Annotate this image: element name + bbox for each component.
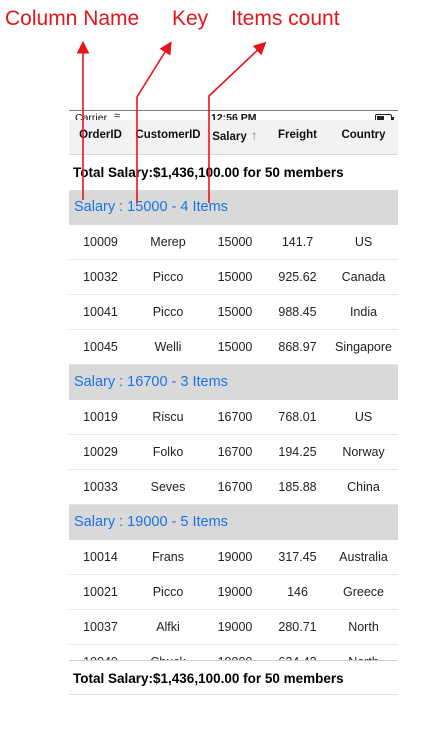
cell-customerid: Chuck — [132, 645, 204, 660]
cell-freight: 988.45 — [278, 305, 317, 319]
header-country[interactable]: Country — [329, 126, 398, 144]
cell-customerid: Merep — [150, 235, 186, 249]
cell-country: Norway — [342, 445, 385, 459]
cell-salary: 15000 — [217, 270, 253, 284]
cell-customerid: Folko — [152, 445, 184, 459]
table-summary-bottom: Total Salary:$1,436,100.00 for 50 member… — [69, 660, 398, 695]
group-caption[interactable]: Salary : 16700 - 3 Items — [69, 365, 398, 400]
cell-country: North — [348, 620, 379, 634]
cell-country: India — [349, 305, 378, 319]
table-row[interactable]: 10041 Picco 15000 988.45 India — [69, 295, 398, 330]
header-customerid[interactable]: CustomerID — [132, 126, 204, 144]
group-caption[interactable]: Salary : 19000 - 5 Items — [69, 505, 398, 540]
cell-freight: 868.97 — [278, 340, 317, 354]
cell-country: Australia — [339, 550, 388, 564]
annotation-column-name: Column Name — [5, 7, 140, 30]
cell-salary: 19000 — [217, 585, 253, 599]
cell-country: US — [354, 235, 373, 249]
cell-freight: 624.42 — [266, 645, 329, 660]
cell-country: Greece — [343, 585, 384, 599]
annotation-key: Key — [172, 7, 209, 30]
cell-freight: 280.71 — [278, 620, 317, 634]
cell-orderid: 10009 — [83, 235, 118, 249]
cell-orderid: 10014 — [83, 550, 118, 564]
cell-freight: 141.7 — [281, 235, 314, 249]
partial-row-wrap: 10040 Chuck 19000 624.42 North — [69, 645, 398, 660]
cell-customerid: Picco — [152, 270, 184, 284]
table-row[interactable]: 10029 Folko 16700 194.25 Norway — [69, 435, 398, 470]
cell-salary: 19000 — [217, 550, 253, 564]
cell-customerid: Picco — [152, 585, 184, 599]
table-row[interactable]: 10032 Picco 15000 925.62 Canada — [69, 260, 398, 295]
cell-customerid: Picco — [152, 305, 184, 319]
cell-country: US — [354, 410, 373, 424]
cell-orderid: 10021 — [83, 585, 118, 599]
table-row[interactable]: 10014 Frans 19000 317.45 Australia — [69, 540, 398, 575]
cell-orderid: 10037 — [83, 620, 118, 634]
cell-customerid: Seves — [150, 480, 186, 494]
grid-header: OrderID CustomerID Salary ↑ Freight Count… — [69, 120, 398, 155]
cell-freight: 146 — [287, 585, 308, 599]
cell-customerid: Frans — [152, 550, 184, 564]
header-freight[interactable]: Freight — [266, 126, 329, 144]
cell-freight: 194.25 — [278, 445, 317, 459]
cell-country: Canada — [341, 270, 386, 284]
sort-ascending-icon: ↑ — [250, 127, 258, 143]
cell-customerid: Welli — [154, 340, 182, 354]
cell-freight: 317.45 — [278, 550, 317, 564]
cell-country: Singapore — [335, 340, 392, 354]
cell-orderid: 10040 — [69, 645, 132, 660]
cell-orderid: 10019 — [83, 410, 118, 424]
cell-salary: 16700 — [217, 480, 253, 494]
cell-customerid: Riscu — [152, 410, 184, 424]
cell-salary: 16700 — [217, 445, 253, 459]
cell-orderid: 10041 — [83, 305, 118, 319]
cell-freight: 185.88 — [278, 480, 317, 494]
cell-freight: 768.01 — [278, 410, 317, 424]
table-row[interactable]: 10033 Seves 16700 185.88 China — [69, 470, 398, 505]
table-row-partial[interactable]: 10040 Chuck 19000 624.42 North — [69, 645, 398, 660]
table-row[interactable]: 10045 Welli 15000 868.97 Singapore — [69, 330, 398, 365]
table-row[interactable]: 10021 Picco 19000 146 Greece — [69, 575, 398, 610]
table-row[interactable]: 10009 Merep 15000 141.7 US — [69, 225, 398, 260]
cell-orderid: 10045 — [83, 340, 118, 354]
cell-salary: 19000 — [217, 620, 253, 634]
phone-screen: Carrier ≈ 12:56 PM OrderID CustomerID Sa… — [69, 110, 398, 695]
group-caption[interactable]: Salary : 15000 - 4 Items — [69, 190, 398, 225]
table-row[interactable]: 10037 Alfki 19000 280.71 North — [69, 610, 398, 645]
cell-orderid: 10032 — [83, 270, 118, 284]
table-summary-top: Total Salary:$1,436,100.00 for 50 member… — [69, 155, 398, 190]
cell-salary: 19000 — [204, 645, 266, 660]
cell-salary: 15000 — [217, 305, 253, 319]
header-orderid[interactable]: OrderID — [69, 126, 132, 144]
cell-country: China — [347, 480, 380, 494]
cell-orderid: 10029 — [83, 445, 118, 459]
annotation-items-count: Items count — [231, 7, 340, 30]
table-row[interactable]: 10019 Riscu 16700 768.01 US — [69, 400, 398, 435]
cell-customerid: Alfki — [156, 620, 180, 634]
cell-freight: 925.62 — [278, 270, 317, 284]
cell-country: North — [329, 645, 398, 660]
cell-salary: 16700 — [217, 410, 253, 424]
cell-orderid: 10033 — [83, 480, 118, 494]
cell-salary: 15000 — [217, 235, 253, 249]
header-salary[interactable]: Salary ↑ — [204, 126, 266, 144]
cell-salary: 15000 — [217, 340, 253, 354]
